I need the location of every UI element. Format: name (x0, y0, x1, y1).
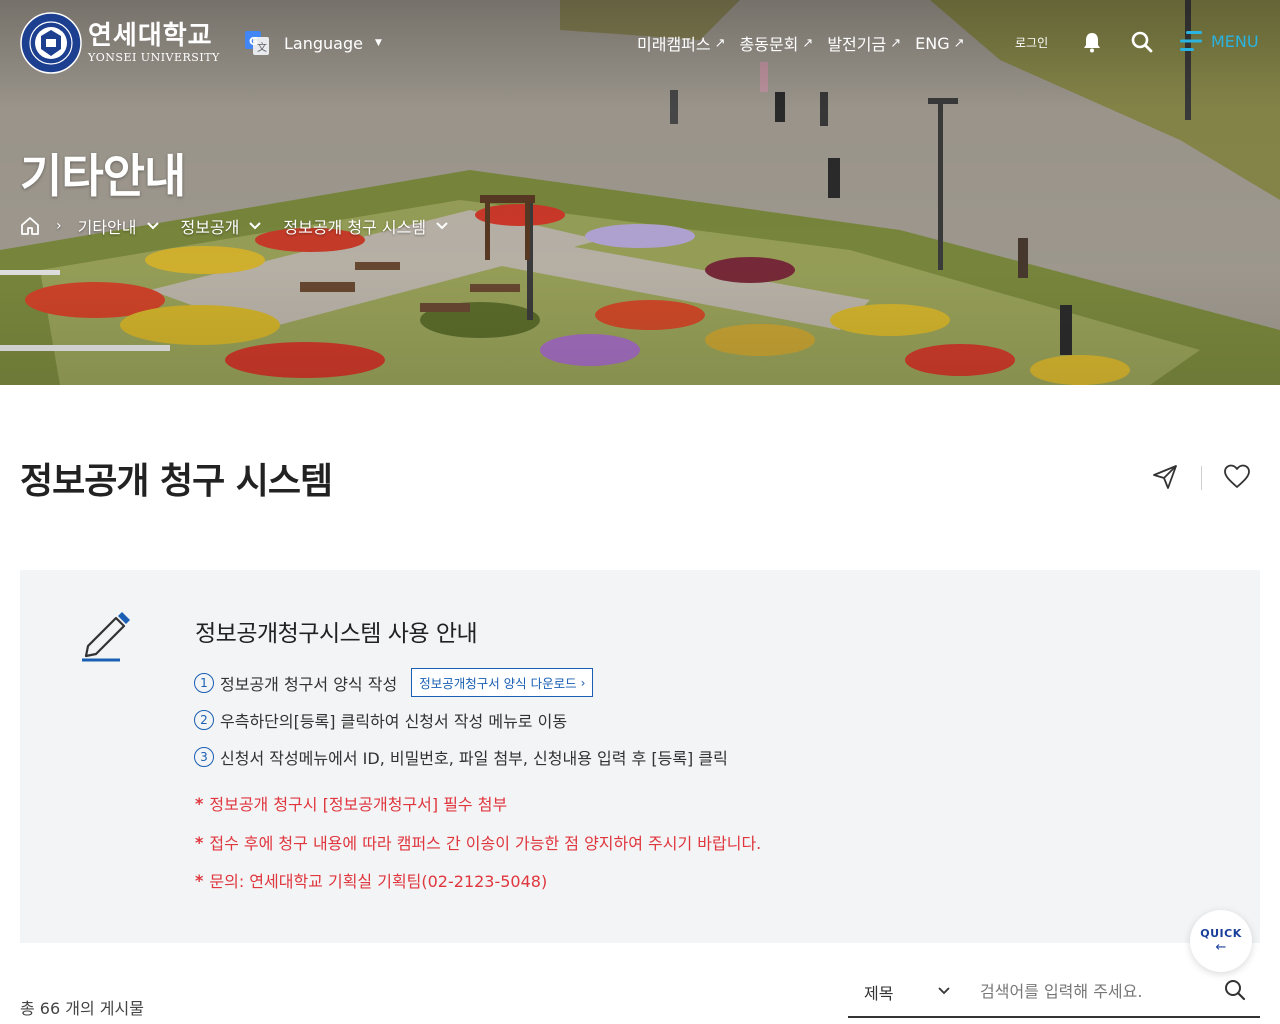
post-count: 총 66 개의 게시물 (20, 999, 144, 1018)
bell-icon[interactable] (1080, 30, 1104, 54)
chevron-down-icon (436, 222, 448, 230)
chevron-down-icon (146, 222, 159, 230)
step-number-badge: 1 (194, 672, 214, 693)
quick-label: QUICK (1200, 927, 1242, 940)
caret-down-icon: ▼ (374, 38, 382, 48)
step-number-badge: 3 (194, 747, 214, 767)
guide-step-3: 3 신청서 작성메뉴에서 ID, 비밀번호, 파일 첨부, 신청내용 입력 후 … (194, 745, 728, 769)
menu-label: MENU (1211, 31, 1259, 51)
step-text: 신청서 작성메뉴에서 ID, 비밀번호, 파일 첨부, 신청내용 입력 후 [등… (220, 749, 728, 768)
divider (1201, 466, 1202, 490)
hamburger-icon (1180, 31, 1202, 51)
top-navigation: 미래캠퍼스 ↗ 총동문회 ↗ 발전기금 ↗ ENG ↗ (637, 31, 979, 55)
menu-button[interactable]: MENU (1180, 30, 1259, 52)
share-icon[interactable] (1151, 463, 1179, 491)
step-number-badge: 2 (194, 710, 214, 730)
guide-step-1: 1 정보공개 청구서 양식 작성 정보공개청구서 양식 다운로드 › (194, 668, 594, 697)
guide-box: 정보공개청구시스템 사용 안내 1 정보공개 청구서 양식 작성 정보공개청구서… (20, 570, 1260, 943)
asterisk-icon: * (195, 870, 204, 890)
guide-note: * 정보공개 청구시 [정보공개청구서] 필수 첨부 (195, 793, 508, 815)
home-icon[interactable] (20, 216, 40, 236)
chevron-right-icon: › (580, 675, 586, 690)
translate-icon: G 文 (245, 31, 269, 55)
search-input[interactable] (980, 974, 1220, 1008)
guide-step-2: 2 우측하단의[등록] 클릭하여 신청서 작성 메뉴로 이동 (194, 708, 567, 732)
guide-title: 정보공개청구시스템 사용 안내 (195, 621, 478, 647)
guide-note: * 문의: 연세대학교 기획실 기획팀(02-2123-5048) (195, 870, 548, 892)
breadcrumb: › 기타안내 정보공개 정보공개 청구 시스템 (20, 214, 470, 238)
nav-link-mirae-campus[interactable]: 미래캠퍼스 ↗ (637, 31, 726, 55)
search-icon[interactable] (1224, 979, 1246, 1001)
chevron-right-icon: › (56, 218, 62, 234)
asterisk-icon: * (195, 793, 204, 813)
external-arrow-icon: ↗ (953, 35, 965, 51)
language-selector[interactable]: G 文 Language ▼ (244, 30, 382, 56)
heart-icon[interactable] (1223, 463, 1251, 491)
nav-link-english[interactable]: ENG ↗ (915, 34, 964, 53)
svg-text:文: 文 (257, 41, 267, 54)
logo-english: YONSEI UNIVERSITY (88, 51, 220, 64)
site-header: 연세대학교 YONSEI UNIVERSITY G 文 Language ▼ 미… (0, 0, 1280, 90)
nav-link-development-fund[interactable]: 발전기금 ↗ (827, 31, 901, 55)
university-seal-icon (20, 12, 82, 74)
breadcrumb-item-etc[interactable]: 기타안내 (78, 214, 159, 238)
download-form-button[interactable]: 정보공개청구서 양식 다운로드 › (411, 668, 594, 697)
search-icon[interactable] (1130, 30, 1154, 54)
guide-note: * 접수 후에 청구 내용에 따라 캠퍼스 간 이송이 가능한 점 양지하여 주… (195, 832, 762, 854)
external-arrow-icon: ↗ (802, 35, 814, 51)
nav-link-alumni[interactable]: 총동문회 ↗ (740, 31, 814, 55)
arrow-left-icon: ← (1215, 940, 1227, 955)
page-title: 정보공개 청구 시스템 (20, 461, 333, 502)
language-label: Language (284, 33, 363, 53)
chevron-down-icon (249, 222, 262, 230)
pencil-icon (82, 612, 130, 662)
step-text: 정보공개 청구서 양식 작성 (220, 674, 398, 694)
external-arrow-icon: ↗ (714, 35, 726, 51)
chevron-down-icon (938, 987, 950, 995)
login-link[interactable]: 로그인 (1015, 34, 1048, 51)
external-arrow-icon: ↗ (890, 35, 902, 51)
quick-menu-button[interactable]: QUICK ← (1190, 910, 1252, 972)
breadcrumb-item-request-system[interactable]: 정보공개 청구 시스템 (283, 214, 448, 238)
asterisk-icon: * (195, 832, 204, 852)
search-field-select[interactable]: 제목 (864, 980, 893, 1004)
step-text: 우측하단의[등록] 클릭하여 신청서 작성 메뉴로 이동 (220, 712, 568, 731)
university-logo[interactable]: 연세대학교 YONSEI UNIVERSITY (20, 12, 220, 74)
breadcrumb-item-info-disclosure[interactable]: 정보공개 (181, 214, 262, 238)
hero-banner: 연세대학교 YONSEI UNIVERSITY G 文 Language ▼ 미… (0, 0, 1280, 385)
section-title: 기타안내 (20, 149, 186, 203)
board-search: 제목 (848, 966, 1260, 1018)
logo-korean: 연세대학교 (88, 21, 213, 51)
